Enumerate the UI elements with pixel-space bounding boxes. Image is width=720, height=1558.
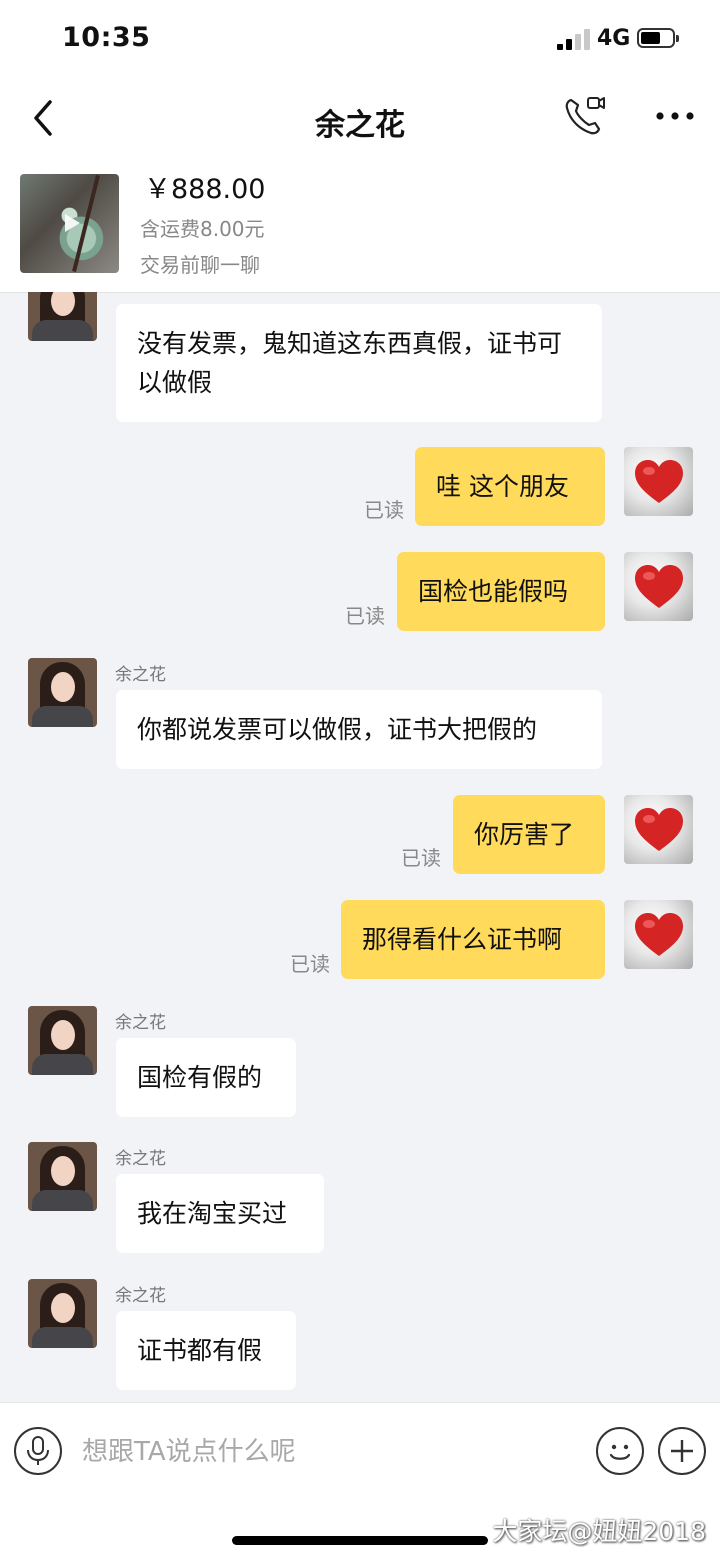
input-bar bbox=[0, 1402, 720, 1499]
product-card[interactable]: ￥888.00 含运费8.00元 交易前聊一聊 bbox=[0, 160, 720, 293]
message-bubble-incoming[interactable]: 国检有假的 bbox=[116, 1038, 296, 1117]
heart-icon bbox=[635, 913, 683, 956]
sender-name: 余之花 bbox=[115, 665, 166, 685]
message-bubble-incoming[interactable]: 没有发票，鬼知道这东西真假，证书可以做假 bbox=[116, 304, 602, 422]
read-receipt: 已读 bbox=[345, 604, 385, 628]
avatar[interactable] bbox=[624, 447, 693, 516]
message-bubble-incoming[interactable]: 你都说发票可以做假，证书大把假的 bbox=[116, 690, 602, 769]
microphone-icon bbox=[27, 1436, 49, 1465]
read-receipt: 已读 bbox=[290, 952, 330, 976]
sender-name: 余之花 bbox=[115, 1286, 166, 1306]
status-time: 10:35 bbox=[62, 22, 151, 53]
plus-icon bbox=[671, 1440, 693, 1462]
home-indicator[interactable] bbox=[232, 1536, 488, 1545]
message-bubble-outgoing[interactable]: 那得看什么证书啊 bbox=[341, 900, 605, 979]
cellular-signal-icon bbox=[557, 28, 591, 50]
more-dots-icon[interactable] bbox=[655, 106, 695, 126]
smiley-icon bbox=[609, 1444, 631, 1460]
home-area: 大家坛@妞妞2018 bbox=[0, 1498, 720, 1558]
message-bubble-outgoing[interactable]: 你厉害了 bbox=[453, 795, 605, 874]
message-input[interactable] bbox=[80, 1427, 564, 1477]
avatar[interactable] bbox=[624, 552, 693, 621]
product-price: ￥888.00 bbox=[144, 174, 266, 205]
message-list[interactable]: 没有发票，鬼知道这东西真假，证书可以做假 已读 哇 这个朋友 已读 国检也能假吗… bbox=[0, 292, 720, 1402]
product-thumbnail[interactable] bbox=[20, 174, 119, 273]
avatar[interactable] bbox=[28, 1279, 97, 1348]
voice-button[interactable] bbox=[14, 1427, 62, 1475]
heart-icon bbox=[635, 460, 683, 503]
emoji-button[interactable] bbox=[596, 1427, 644, 1475]
battery-icon bbox=[637, 28, 679, 48]
network-type: 4G bbox=[597, 26, 631, 51]
heart-icon bbox=[635, 808, 683, 851]
nav-bar: 余之花 bbox=[0, 80, 720, 160]
shipping-fee: 含运费8.00元 bbox=[140, 217, 265, 241]
status-bar: 10:35 4G bbox=[0, 0, 720, 80]
read-receipt: 已读 bbox=[364, 498, 404, 522]
avatar[interactable] bbox=[28, 292, 97, 341]
message-bubble-incoming[interactable]: 我在淘宝买过 bbox=[116, 1174, 324, 1253]
message-bubble-incoming[interactable]: 证书都有假 bbox=[116, 1311, 296, 1390]
chat-title: 余之花 bbox=[315, 108, 405, 143]
message-bubble-outgoing[interactable]: 哇 这个朋友 bbox=[415, 447, 605, 526]
play-icon bbox=[65, 214, 80, 232]
message-bubble-outgoing[interactable]: 国检也能假吗 bbox=[397, 552, 605, 631]
watermark: 大家坛@妞妞2018 bbox=[492, 1517, 706, 1546]
heart-icon bbox=[635, 565, 683, 608]
avatar[interactable] bbox=[28, 1142, 97, 1211]
avatar[interactable] bbox=[624, 795, 693, 864]
read-receipt: 已读 bbox=[401, 846, 441, 870]
avatar[interactable] bbox=[28, 1006, 97, 1075]
avatar[interactable] bbox=[28, 658, 97, 727]
more-actions-button[interactable] bbox=[658, 1427, 706, 1475]
phone-video-icon[interactable] bbox=[562, 94, 606, 138]
trade-hint: 交易前聊一聊 bbox=[140, 253, 260, 277]
avatar[interactable] bbox=[624, 900, 693, 969]
sender-name: 余之花 bbox=[115, 1149, 166, 1169]
sender-name: 余之花 bbox=[115, 1013, 166, 1033]
